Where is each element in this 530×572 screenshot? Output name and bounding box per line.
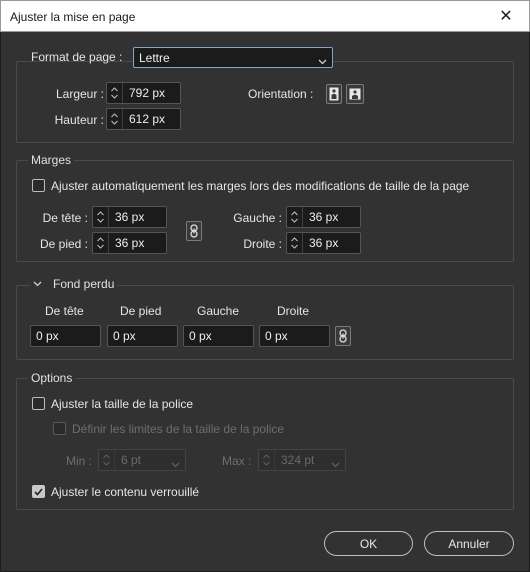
margin-left-value: 36 px	[309, 210, 339, 224]
width-value: 792 px	[129, 86, 166, 100]
landscape-orientation-icon[interactable]	[346, 84, 364, 104]
orientation-label: Orientation :	[248, 87, 314, 101]
margin-bottom-label: De pied :	[39, 237, 88, 251]
height-value: 612 px	[129, 112, 166, 126]
margins-link-icon[interactable]	[186, 221, 202, 241]
bleed-group	[16, 285, 514, 360]
bleed-header-right: Droite	[277, 304, 310, 318]
auto-margins-checkbox[interactable]	[32, 179, 45, 192]
title-bar: Ajuster la mise en page ✕	[0, 0, 530, 32]
margin-left-stepper[interactable]: 36 px	[286, 206, 361, 228]
cancel-button[interactable]: Annuler	[424, 531, 514, 556]
stepper-arrows-icon[interactable]	[107, 83, 123, 103]
ok-button[interactable]: OK	[324, 531, 413, 556]
width-label: Largeur :	[55, 87, 104, 101]
stepper-arrows-icon[interactable]	[99, 450, 115, 470]
min-stepper[interactable]: 6 pt	[98, 449, 186, 471]
page-format-value: Lettre	[139, 50, 170, 65]
bleed-legend-toggle[interactable]: Fond perdu	[30, 277, 118, 291]
stepper-arrows-icon[interactable]	[107, 109, 123, 129]
font-limits-checkbox[interactable]	[53, 422, 66, 435]
portrait-orientation-icon[interactable]	[326, 84, 342, 104]
margin-bottom-value: 36 px	[115, 236, 145, 250]
stepper-arrows-icon[interactable]	[93, 233, 109, 253]
locked-content-checkbox[interactable]	[32, 485, 45, 498]
height-label: Hauteur :	[54, 113, 104, 127]
bleed-header-top: De tête	[45, 304, 84, 318]
margin-left-label: Gauche :	[233, 211, 282, 225]
chevron-down-icon	[318, 54, 327, 68]
chevron-down-icon	[331, 457, 340, 471]
auto-margins-label: Ajuster automatiquement les marges lors …	[51, 179, 470, 193]
bleed-header-bottom: De pied	[120, 304, 162, 318]
margin-right-value: 36 px	[309, 236, 339, 250]
locked-content-label: Ajuster le contenu verrouillé	[51, 485, 200, 499]
bleed-header-left: Gauche	[197, 304, 240, 318]
stepper-arrows-icon[interactable]	[287, 207, 303, 227]
chevron-down-icon	[171, 457, 180, 471]
margin-top-stepper[interactable]: 36 px	[92, 206, 167, 228]
page-format-label: Format de page :	[31, 50, 123, 64]
margin-right-label: Droite :	[243, 237, 282, 251]
width-stepper[interactable]: 792 px	[106, 82, 181, 104]
margin-top-label: De tête :	[42, 211, 88, 225]
margin-right-stepper[interactable]: 36 px	[286, 232, 361, 254]
bleed-bottom-input[interactable]: 0 px	[107, 325, 178, 347]
bleed-top-input[interactable]: 0 px	[30, 325, 101, 347]
checkmark-icon	[34, 487, 43, 496]
stepper-arrows-icon[interactable]	[259, 450, 275, 470]
max-label: Max :	[222, 454, 252, 468]
font-size-checkbox[interactable]	[32, 397, 45, 410]
page-format-select[interactable]: Lettre	[133, 47, 333, 68]
options-legend: Options	[28, 371, 76, 385]
bleed-right-input[interactable]: 0 px	[259, 325, 330, 347]
chevron-down-icon	[33, 281, 42, 287]
min-label: Min :	[66, 454, 93, 468]
max-value: 324 pt	[281, 453, 315, 467]
window-title: Ajuster la mise en page	[10, 10, 136, 24]
font-size-label: Ajuster la taille de la police	[51, 397, 194, 411]
height-stepper[interactable]: 612 px	[106, 108, 181, 130]
stepper-arrows-icon[interactable]	[93, 207, 109, 227]
max-stepper[interactable]: 324 pt	[258, 449, 346, 471]
margin-top-value: 36 px	[115, 210, 145, 224]
margins-legend: Marges	[28, 153, 75, 167]
stepper-arrows-icon[interactable]	[287, 233, 303, 253]
min-value: 6 pt	[121, 453, 142, 467]
page-format-group	[16, 61, 514, 143]
font-limits-label: Définir les limites de la taille de la p…	[72, 422, 285, 436]
bleed-link-icon[interactable]	[335, 326, 351, 346]
bleed-left-input[interactable]: 0 px	[183, 325, 254, 347]
bleed-legend: Fond perdu	[53, 277, 115, 291]
margin-bottom-stepper[interactable]: 36 px	[92, 232, 167, 254]
close-icon[interactable]: ✕	[483, 1, 529, 31]
